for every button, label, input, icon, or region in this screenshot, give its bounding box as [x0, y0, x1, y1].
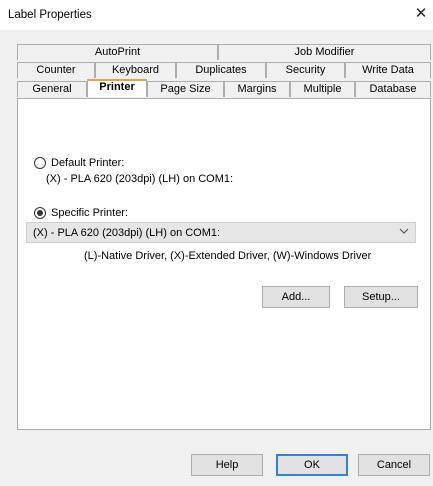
tab-keyboard[interactable]: Keyboard	[95, 62, 176, 78]
cancel-button[interactable]: Cancel	[358, 454, 430, 476]
tab-job-modifier[interactable]: Job Modifier	[218, 44, 431, 60]
tab-autoprint[interactable]: AutoPrint	[17, 44, 218, 60]
add-printer-button[interactable]: Add...	[262, 286, 330, 308]
chevron-down-icon	[399, 226, 409, 239]
label-properties-dialog: Label Properties ✕ AutoPrint Job Modifie…	[0, 0, 433, 486]
ok-button[interactable]: OK	[276, 454, 348, 476]
tab-security[interactable]: Security	[266, 62, 345, 78]
tab-duplicates[interactable]: Duplicates	[176, 62, 266, 78]
specific-printer-radio[interactable]	[34, 207, 46, 219]
help-button[interactable]: Help	[191, 454, 263, 476]
window-title: Label Properties	[8, 9, 92, 21]
tab-write-data[interactable]: Write Data	[345, 62, 431, 78]
tab-margins[interactable]: Margins	[224, 81, 290, 97]
tab-general[interactable]: General	[17, 81, 87, 97]
title-bar: Label Properties ✕	[0, 0, 433, 30]
default-printer-value: (X) - PLA 620 (203dpi) (LH) on COM1:	[46, 173, 234, 185]
specific-printer-select[interactable]: (X) - PLA 620 (203dpi) (LH) on COM1:	[26, 222, 416, 243]
tab-printer[interactable]: Printer	[87, 79, 147, 97]
specific-printer-label: Specific Printer:	[51, 207, 129, 219]
tab-counter[interactable]: Counter	[17, 62, 95, 78]
default-printer-label: Default Printer:	[51, 157, 125, 169]
tab-multiple[interactable]: Multiple	[290, 81, 355, 97]
default-printer-radio[interactable]	[34, 157, 46, 169]
specific-printer-select-value: (X) - PLA 620 (203dpi) (LH) on COM1:	[33, 227, 221, 239]
tab-database[interactable]: Database	[355, 81, 431, 97]
tab-page-size[interactable]: Page Size	[147, 81, 224, 97]
setup-printer-button[interactable]: Setup...	[344, 286, 418, 308]
close-icon[interactable]: ✕	[413, 6, 429, 22]
printer-tab-panel: Default Printer: (X) - PLA 620 (203dpi) …	[17, 98, 431, 430]
driver-legend: (L)-Native Driver, (X)-Extended Driver, …	[84, 250, 372, 262]
